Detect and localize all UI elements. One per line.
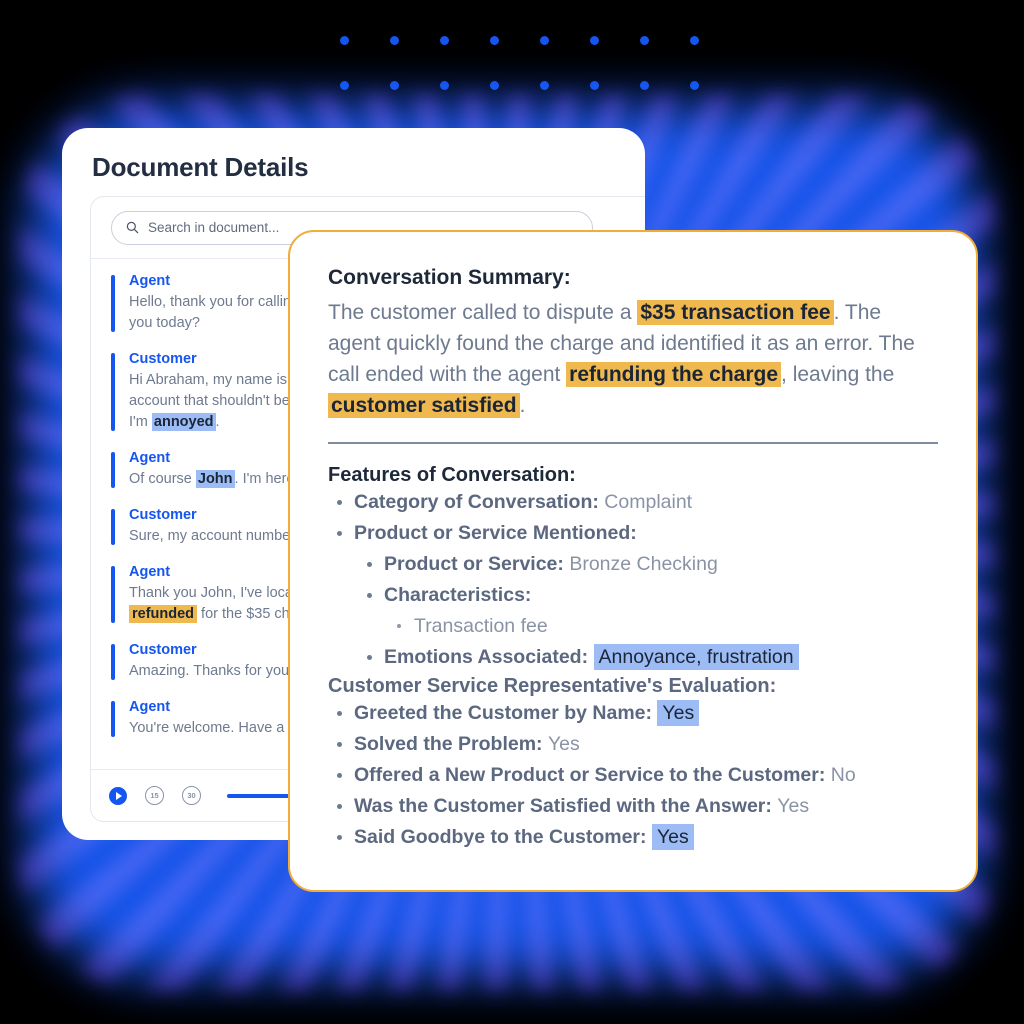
speaker-accent-bar <box>111 452 115 488</box>
transcript-highlight: annoyed <box>151 413 216 431</box>
play-icon[interactable] <box>109 786 127 805</box>
summary-highlight: $35 transaction fee <box>637 300 834 325</box>
section-divider <box>328 442 938 444</box>
grid-dot <box>440 36 449 45</box>
summary-heading: Conversation Summary: <box>328 266 571 289</box>
evaluation-list: Greeted the Customer by Name: Yes Solved … <box>337 698 938 853</box>
list-item: Characteristics: Transaction fee <box>367 580 938 642</box>
characteristic-value: Transaction fee <box>414 615 548 637</box>
evaluation-value: Yes <box>547 733 580 755</box>
list-item: Emotions Associated: Annoyance, frustrat… <box>367 642 938 673</box>
characteristics-key: Characteristics: <box>384 584 532 606</box>
grid-dot <box>590 36 599 45</box>
speaker-accent-bar <box>111 353 115 431</box>
grid-dot <box>690 81 699 90</box>
grid-dot <box>690 36 699 45</box>
page-title: Document Details <box>92 152 309 182</box>
list-item: Greeted the Customer by Name: Yes <box>337 698 938 729</box>
list-item: Transaction fee <box>397 611 938 642</box>
speaker-accent-bar <box>111 644 115 680</box>
conversation-summary-card: Conversation Summary: The customer calle… <box>288 230 978 892</box>
summary-highlight: customer satisfied <box>328 393 520 418</box>
grid-dot <box>640 36 649 45</box>
list-item: Category of Conversation: Complaint <box>337 487 938 518</box>
rewind-label: 15 <box>150 791 159 800</box>
search-icon <box>126 221 139 234</box>
feature-value: Complaint <box>604 491 693 513</box>
grid-dot <box>490 81 499 90</box>
features-heading: Features of Conversation: <box>328 464 576 486</box>
list-item: Product or Service: Bronze Checking <box>367 549 938 580</box>
characteristics-list: Transaction fee <box>397 611 938 642</box>
summary-body: The customer called to dispute a $35 tra… <box>328 300 915 418</box>
list-item: Offered a New Product or Service to the … <box>337 760 938 791</box>
decorative-dot-grid <box>340 36 740 92</box>
grid-dot <box>540 81 549 90</box>
evaluation-key: Greeted the Customer by Name: <box>354 702 658 724</box>
list-item: Said Goodbye to the Customer: Yes <box>337 822 938 853</box>
product-key: Product or Service: <box>384 553 564 575</box>
evaluation-value: Yes <box>657 700 700 726</box>
evaluation-key: Offered a New Product or Service to the … <box>354 764 831 786</box>
features-list: Category of Conversation: Complaint Prod… <box>337 487 938 673</box>
search-placeholder: Search in document... <box>148 220 280 235</box>
speaker-accent-bar <box>111 566 115 623</box>
emotions-key: Emotions Associated: <box>384 646 589 668</box>
list-item: Product or Service Mentioned: Product or… <box>337 518 938 673</box>
rewind-15-icon[interactable]: 15 <box>145 786 164 805</box>
grid-dot <box>590 81 599 90</box>
transcript-highlight: John <box>195 470 235 488</box>
forward-30-icon[interactable]: 30 <box>182 786 201 805</box>
list-item: Solved the Problem: Yes <box>337 729 938 760</box>
feature-key: Category of Conversation: <box>354 491 599 513</box>
evaluation-key: Was the Customer Satisfied with the Answ… <box>354 795 778 817</box>
evaluation-key: Solved the Problem: <box>354 733 548 755</box>
screenshot-stage: Document Details Search in document... A… <box>0 0 1024 1024</box>
evaluation-heading: Customer Service Representative's Evalua… <box>328 675 777 697</box>
grid-dot <box>440 81 449 90</box>
transcript-highlight: refunded <box>129 605 198 623</box>
product-sublist: Product or Service: Bronze Checking Char… <box>367 549 938 673</box>
grid-dot <box>340 36 349 45</box>
grid-dot <box>640 81 649 90</box>
grid-dot <box>490 36 499 45</box>
speaker-accent-bar <box>111 509 115 545</box>
feature-key: Product or Service Mentioned: <box>354 522 637 544</box>
grid-dot <box>540 36 549 45</box>
speaker-accent-bar <box>111 275 115 332</box>
forward-label: 30 <box>187 791 196 800</box>
list-item: Was the Customer Satisfied with the Answ… <box>337 791 938 822</box>
evaluation-key: Said Goodbye to the Customer: <box>354 826 652 848</box>
speaker-accent-bar <box>111 701 115 737</box>
grid-dot <box>390 81 399 90</box>
product-value: Bronze Checking <box>569 553 718 575</box>
grid-dot <box>390 36 399 45</box>
emotions-value: Annoyance, frustration <box>593 644 799 670</box>
summary-highlight: refunding the charge <box>566 362 782 387</box>
evaluation-value: No <box>830 764 856 786</box>
evaluation-value: Yes <box>777 795 810 817</box>
grid-dot <box>340 81 349 90</box>
evaluation-value: Yes <box>651 824 694 850</box>
